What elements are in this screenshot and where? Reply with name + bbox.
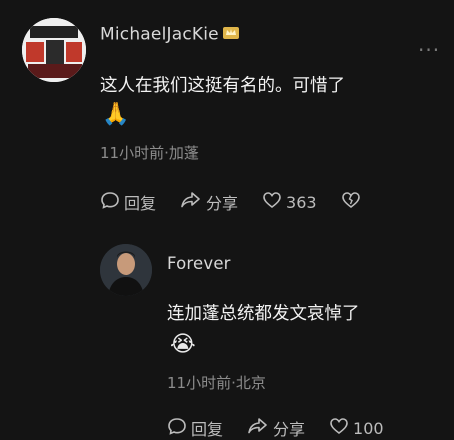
commenter-avatar[interactable] bbox=[22, 18, 86, 82]
reply-actions: 回复 分享 100 bbox=[167, 416, 408, 440]
heart-icon bbox=[262, 190, 286, 214]
reply-like-button[interactable]: 100 bbox=[329, 416, 384, 440]
comment-bubble-icon bbox=[100, 190, 124, 214]
broken-heart-icon bbox=[341, 190, 365, 214]
heart-icon bbox=[329, 416, 353, 440]
reply-like-count: 100 bbox=[353, 418, 384, 438]
reply-button[interactable]: 回复 bbox=[100, 190, 156, 214]
replier-username[interactable]: Forever bbox=[167, 254, 231, 273]
share-arrow-icon bbox=[180, 190, 206, 214]
like-count: 363 bbox=[286, 192, 317, 212]
comment-emoji: 🙏 bbox=[102, 102, 130, 127]
more-dots-icon[interactable]: ··· bbox=[418, 38, 440, 62]
vip-crown-icon bbox=[222, 24, 240, 45]
comment-meta: 11小时前·加蓬 bbox=[100, 144, 199, 162]
replier-avatar[interactable] bbox=[100, 244, 152, 296]
share-arrow-icon bbox=[247, 416, 273, 440]
reply-share-button[interactable]: 分享 bbox=[247, 416, 305, 440]
reply-reply-button[interactable]: 回复 bbox=[167, 416, 223, 440]
comment-text: 这人在我们这挺有名的。可惜了 bbox=[100, 76, 345, 96]
comment-actions: 回复 分享 363 bbox=[100, 190, 389, 214]
reply-meta: 11小时前·北京 bbox=[167, 374, 266, 392]
comment-bubble-icon bbox=[167, 416, 191, 440]
commenter-username[interactable]: MichaelJacKie bbox=[100, 24, 240, 45]
reply-emoji: 😭 bbox=[170, 332, 196, 357]
share-button[interactable]: 分享 bbox=[180, 190, 238, 214]
reply-text: 连加蓬总统都发文哀悼了 bbox=[167, 304, 360, 324]
like-button[interactable]: 363 bbox=[262, 190, 317, 214]
dislike-button[interactable] bbox=[341, 190, 365, 214]
